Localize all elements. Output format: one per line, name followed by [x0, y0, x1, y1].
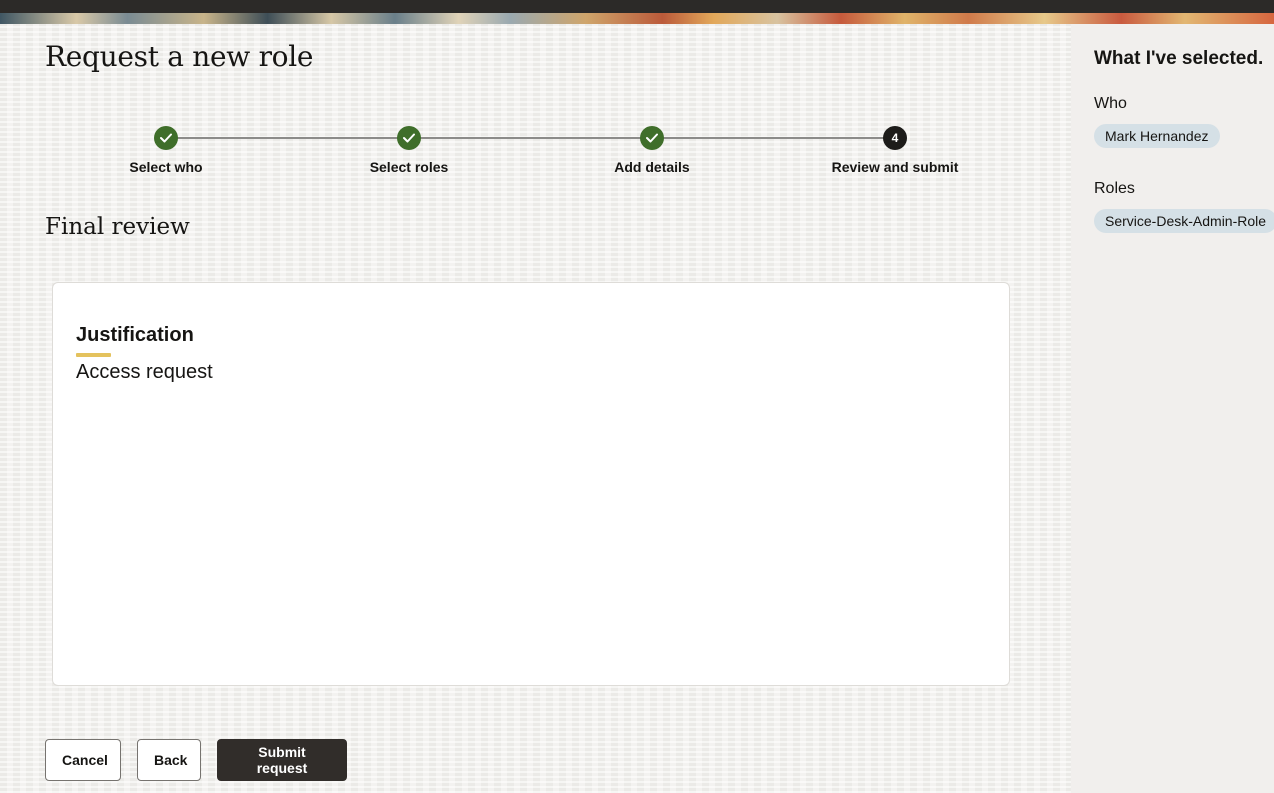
who-chip: Mark Hernandez: [1094, 124, 1220, 148]
step-select-roles[interactable]: Select roles: [309, 124, 509, 175]
step-label: Review and submit: [831, 159, 959, 175]
check-icon: [640, 126, 664, 150]
roles-label: Roles: [1094, 180, 1135, 197]
step-label: Select who: [129, 159, 203, 175]
page-title: Request a new role: [45, 40, 314, 73]
section-title: Final review: [45, 214, 190, 240]
who-label: Who: [1094, 95, 1127, 112]
back-button[interactable]: Back: [137, 739, 201, 781]
check-icon: [397, 126, 421, 150]
main-content: Request a new role Select who Select rol…: [0, 24, 1071, 793]
progress-stepper: Select who Select roles Add details 4 Re…: [0, 124, 1071, 184]
justification-heading: Justification: [76, 324, 194, 346]
step-review-and-submit: 4 Review and submit: [795, 124, 995, 175]
step-label: Select roles: [369, 159, 449, 175]
step-select-who[interactable]: Select who: [66, 124, 266, 175]
selection-summary-panel: What I've selected. Who Mark Hernandez R…: [1071, 24, 1274, 793]
banner-pattern: [0, 13, 1274, 24]
heading-accent: [76, 353, 111, 357]
cancel-button[interactable]: Cancel: [45, 739, 121, 781]
justification-value: Access request: [76, 361, 213, 383]
action-bar: Cancel Back Submit request: [45, 739, 347, 781]
step-number-badge: 4: [883, 126, 907, 150]
check-icon: [154, 126, 178, 150]
decorative-banner: [0, 0, 1274, 24]
submit-request-button[interactable]: Submit request: [217, 739, 347, 781]
top-bar: [0, 0, 1274, 13]
role-chip: Service-Desk-Admin-Role: [1094, 209, 1274, 233]
review-card: Justification Access request: [52, 282, 1010, 686]
summary-title: What I've selected.: [1094, 48, 1264, 69]
step-label: Add details: [614, 159, 690, 175]
step-add-details[interactable]: Add details: [552, 124, 752, 175]
